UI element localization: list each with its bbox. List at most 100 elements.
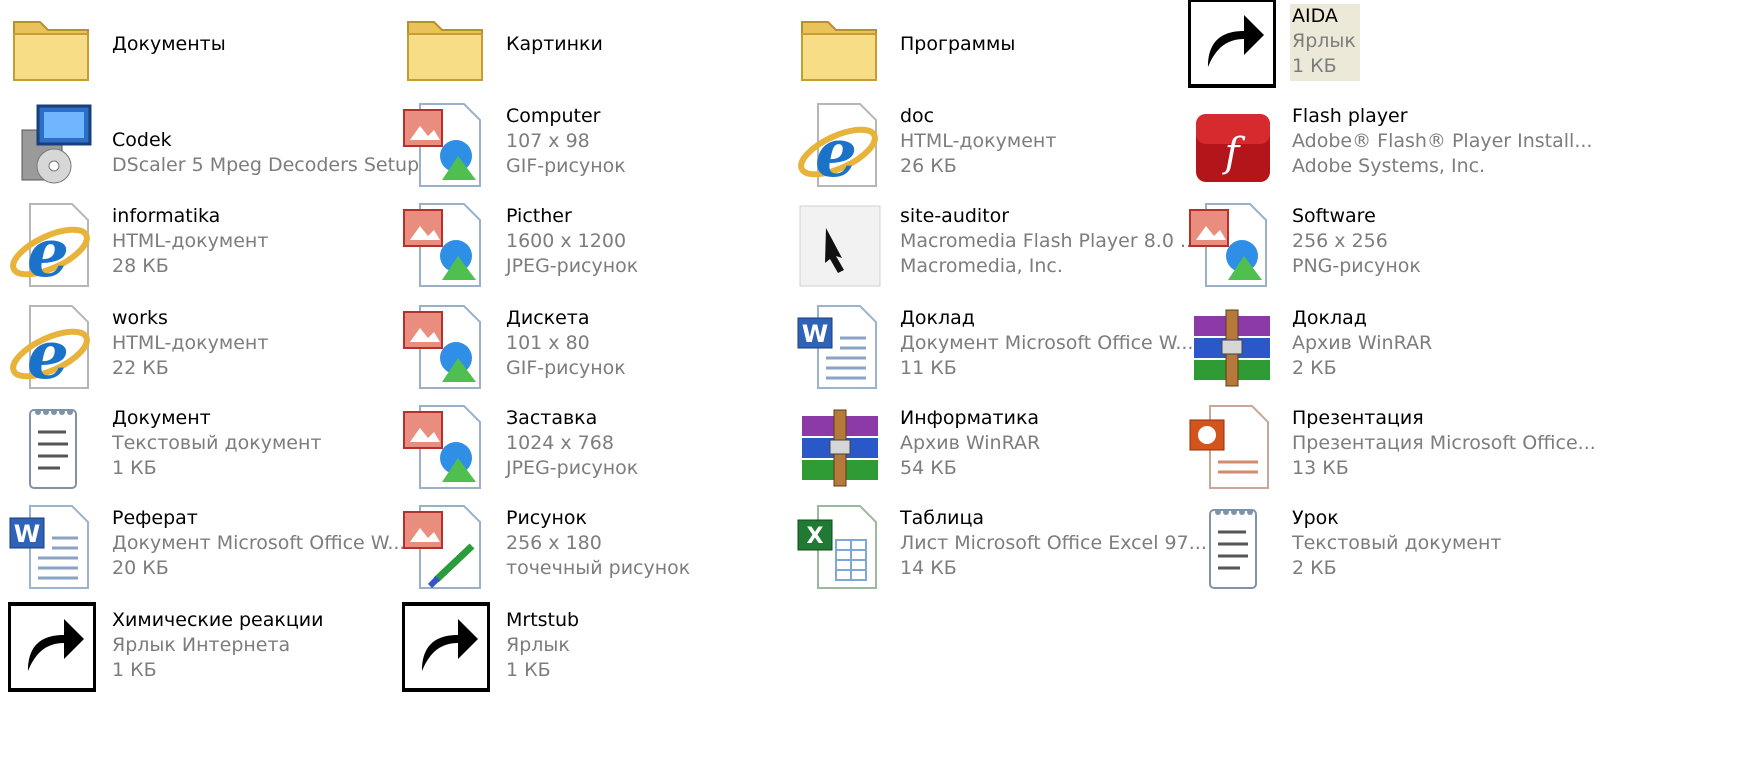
file-item[interactable]: Рисунок 256 x 180 точечный рисунок	[402, 502, 782, 602]
file-type: HTML-документ	[112, 332, 269, 354]
file-type: 256 x 256	[1292, 230, 1388, 252]
file-item[interactable]: W Реферат Документ Microsoft Office W... 20…	[8, 502, 405, 602]
svg-text:e: e	[27, 214, 69, 290]
winrar-icon	[1188, 302, 1276, 392]
file-type: HTML-документ	[112, 230, 269, 252]
ie-html-icon: e	[8, 200, 96, 290]
file-info: JPEG-рисунок	[506, 457, 639, 479]
file-name: Программы	[900, 33, 1016, 55]
file-item-details: Codek DScaler 5 Mpeg Decoders Setup	[112, 128, 419, 178]
file-type: Ярлык	[506, 634, 570, 656]
file-type: Архив WinRAR	[1292, 332, 1433, 354]
file-name: Codek	[112, 129, 172, 151]
file-item[interactable]: X Таблица Лист Microsoft Office Excel 97..…	[796, 502, 1207, 602]
file-type: 101 x 80	[506, 332, 590, 354]
folder-icon	[402, 0, 490, 90]
file-type: 107 x 98	[506, 130, 590, 152]
ie-html-icon: e	[796, 100, 884, 190]
image-file-icon	[402, 200, 490, 290]
file-info: 22 КБ	[112, 357, 169, 379]
file-type: Macromedia Flash Player 8.0 ...	[900, 230, 1199, 252]
file-name: Информатика	[900, 407, 1040, 429]
file-item[interactable]: f Flash player Adobe® Flash® Player Instal…	[1188, 100, 1728, 200]
file-name: Mrtstub	[506, 609, 580, 631]
file-item-details: Урок Текстовый документ 2 КБ	[1292, 506, 1502, 581]
file-item[interactable]: Документы	[8, 0, 388, 100]
file-name: Документ	[112, 407, 211, 429]
text-doc-icon	[1188, 502, 1276, 592]
file-info: Macromedia, Inc.	[900, 255, 1063, 277]
file-item-details: Программы	[900, 32, 1015, 57]
file-item[interactable]: Picther 1600 x 1200 JPEG-рисунок	[402, 200, 782, 300]
file-info: 20 КБ	[112, 557, 169, 579]
file-item[interactable]: Доклад Архив WinRAR 2 КБ	[1188, 302, 1728, 402]
file-item[interactable]: Заставка 1024 x 768 JPEG-рисунок	[402, 402, 782, 502]
file-item-details: doc HTML-документ 26 КБ	[900, 104, 1056, 179]
file-item-details: Дискета 101 x 80 GIF-рисунок	[506, 306, 626, 381]
svg-text:e: e	[27, 316, 69, 392]
file-name: Дискета	[506, 307, 590, 329]
file-type: DScaler 5 Mpeg Decoders Setup	[112, 154, 420, 176]
file-item[interactable]: Mrtstub Ярлык 1 КБ	[402, 602, 782, 704]
file-item-details: informatika HTML-документ 28 КБ	[112, 204, 268, 279]
svg-text:X: X	[807, 524, 824, 549]
file-item[interactable]: e works HTML-документ 22 КБ	[8, 302, 388, 402]
file-name: informatika	[112, 205, 221, 227]
image-file-icon	[402, 302, 490, 392]
shortcut-arrow-icon	[8, 602, 96, 692]
file-info: 26 КБ	[900, 155, 957, 177]
file-item[interactable]: Программы	[796, 0, 1176, 100]
site-auditor-icon	[796, 200, 884, 290]
file-name: Презентация	[1292, 407, 1424, 429]
file-item-details: Информатика Архив WinRAR 54 КБ	[900, 406, 1040, 481]
file-type: Документ Microsoft Office W...	[112, 532, 406, 554]
file-name: Реферат	[112, 507, 198, 529]
file-item-details: site-auditor Macromedia Flash Player 8.0 …	[900, 204, 1198, 279]
shortcut-arrow-icon	[402, 602, 490, 692]
image-file-icon	[1188, 200, 1276, 290]
file-item[interactable]: 64 AIDA Ярлык 1 КБ	[1188, 0, 1728, 100]
file-type: Презентация Microsoft Office...	[1292, 432, 1596, 454]
file-type: Ярлык	[1292, 30, 1356, 52]
file-name: Рисунок	[506, 507, 588, 529]
file-item[interactable]: e doc HTML-документ 26 КБ	[796, 100, 1176, 200]
file-name: Картинки	[506, 33, 603, 55]
image-file-icon	[402, 100, 490, 190]
file-item-details: Software 256 x 256 PNG-рисунок	[1292, 204, 1421, 279]
file-item-details: Реферат Документ Microsoft Office W... 20 …	[112, 506, 405, 581]
file-item[interactable]: Codek DScaler 5 Mpeg Decoders Setup	[8, 100, 419, 200]
file-item[interactable]: site-auditor Macromedia Flash Player 8.0 …	[796, 200, 1198, 300]
flash-player-icon: f	[1188, 100, 1276, 190]
monitor-shortcut-icon	[402, 602, 490, 694]
file-name: Flash player	[1292, 105, 1408, 127]
file-item[interactable]: Картинки	[402, 0, 782, 100]
powerpoint-icon	[1188, 402, 1276, 492]
file-item[interactable]: Информатика Архив WinRAR 54 КБ	[796, 402, 1176, 502]
file-type: Архив WinRAR	[900, 432, 1041, 454]
file-item-details: Химические реакции Ярлык Интернета 1 КБ	[112, 608, 323, 683]
svg-text:W: W	[802, 320, 828, 348]
file-type: HTML-документ	[900, 130, 1057, 152]
file-item[interactable]: e informatika HTML-документ 28 КБ	[8, 200, 388, 300]
file-item[interactable]: Дискета 101 x 80 GIF-рисунок	[402, 302, 782, 402]
file-info: 11 КБ	[900, 357, 957, 379]
file-item[interactable]: Документ Текстовый документ 1 КБ	[8, 402, 388, 502]
file-item[interactable]: Урок Текстовый документ 2 КБ	[1188, 502, 1728, 602]
file-item[interactable]: Презентация Презентация Microsoft Office.…	[1188, 402, 1728, 502]
file-name: AIDA	[1292, 5, 1338, 27]
image-file-icon	[402, 402, 490, 492]
file-item[interactable]: W Доклад Документ Microsoft Office W... 11 …	[796, 302, 1193, 402]
shortcut-arrow-icon	[1188, 0, 1276, 88]
file-type: 1600 x 1200	[506, 230, 627, 252]
file-info: точечный рисунок	[506, 557, 691, 579]
file-item[interactable]: e Химические реакции Ярлык Интернета 1 КБ	[8, 602, 388, 704]
file-info: PNG-рисунок	[1292, 255, 1421, 277]
file-item[interactable]: Software 256 x 256 PNG-рисунок	[1188, 200, 1728, 300]
file-name: Заставка	[506, 407, 598, 429]
file-item-details: AIDA Ярлык 1 КБ	[1290, 4, 1360, 81]
file-item[interactable]: Computer 107 x 98 GIF-рисунок	[402, 100, 782, 200]
file-info: Adobe Systems, Inc.	[1292, 155, 1486, 177]
file-type: Лист Microsoft Office Excel 97...	[900, 532, 1207, 554]
file-info: GIF-рисунок	[506, 357, 626, 379]
file-name: Software	[1292, 205, 1376, 227]
